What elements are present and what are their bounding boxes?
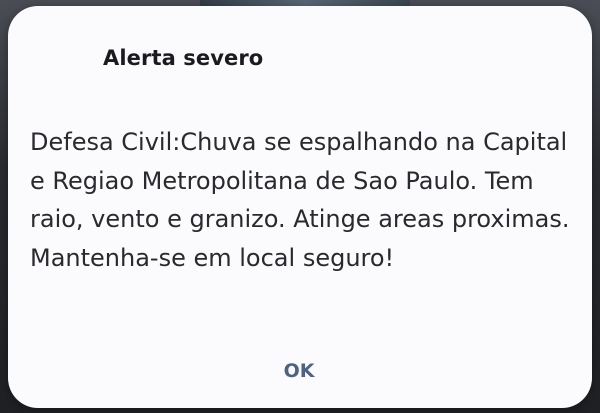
ok-button[interactable]: OK — [258, 351, 340, 391]
dialog-title: Alerta severo — [103, 46, 264, 70]
alert-dialog: Alerta severo Defesa Civil:Chuva se espa… — [8, 6, 592, 408]
dialog-message: Defesa Civil:Chuva se espalhando na Capi… — [30, 128, 570, 272]
